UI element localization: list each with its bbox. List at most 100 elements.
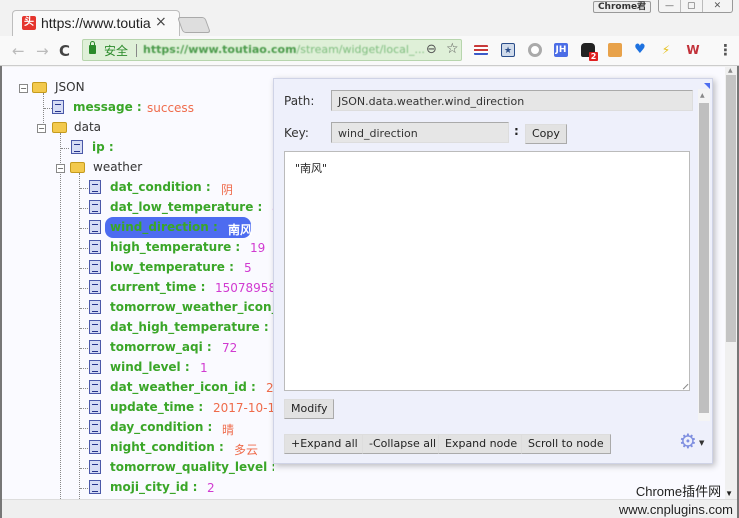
panel-scroll-up-icon[interactable]: ▲: [700, 92, 705, 99]
chrome-menu-icon[interactable]: ⋮: [718, 41, 733, 59]
back-button[interactable]: ←: [12, 42, 25, 60]
face-extension-icon[interactable]: [608, 43, 622, 57]
reload-button[interactable]: C: [59, 42, 70, 60]
modify-button[interactable]: Modify: [284, 399, 335, 419]
tree-key[interactable]: update_time :: [110, 400, 203, 420]
tree-value: 19: [250, 241, 266, 255]
profile-badge[interactable]: Chrome君: [593, 1, 651, 13]
tree-key[interactable]: dat_high_temperature :: [110, 320, 269, 340]
key-field[interactable]: wind_direction: [331, 122, 509, 143]
tree-value: 晴: [222, 423, 235, 437]
security-label: 安全: [104, 44, 129, 58]
expand-all-button[interactable]: +Expand all: [284, 434, 365, 454]
star-extension-icon[interactable]: ★: [501, 43, 515, 57]
tree-key[interactable]: high_temperature :: [110, 240, 240, 260]
tree-key[interactable]: tomorrow_aqi :: [110, 340, 212, 360]
key-colon: :: [514, 124, 519, 138]
tree-guide: [80, 488, 88, 489]
copy-button[interactable]: Copy: [525, 124, 567, 144]
tree-key[interactable]: night_condition :: [110, 440, 224, 460]
minimize-button[interactable]: —: [659, 0, 681, 12]
path-field[interactable]: JSON.data.weather.wind_direction: [331, 90, 693, 111]
tree-guide: [80, 468, 88, 469]
tree-guide: [43, 93, 44, 127]
folder-icon: [70, 162, 85, 173]
tree-key-message[interactable]: message :: [73, 100, 142, 120]
tree-key[interactable]: tomorrow_weather_icon_id: [110, 300, 274, 320]
tree-key[interactable]: current_time :: [110, 280, 205, 300]
tree-key[interactable]: wind_direction :: [110, 220, 218, 240]
tree-guide: [80, 348, 88, 349]
url-text: https://www.toutiao.com/stream/widget/lo…: [143, 43, 425, 56]
page-scrollbar[interactable]: ▲: [725, 67, 737, 499]
lock-icon: [89, 41, 96, 54]
tree-guide: [80, 268, 88, 269]
lightning-extension-icon[interactable]: ⚡: [659, 43, 673, 57]
panel-scrollbar-thumb[interactable]: [699, 103, 709, 413]
settings-gear-icon[interactable]: ⚙: [679, 429, 697, 453]
resize-handle-icon[interactable]: [678, 379, 689, 390]
tree-guide: [80, 188, 88, 189]
address-bar[interactable]: 安全 https://www.toutiao.com/stream/widget…: [82, 39, 462, 61]
collapse-all-button[interactable]: -Collapse all: [362, 434, 444, 454]
tree-value-message: success: [147, 101, 194, 115]
forward-button[interactable]: →: [36, 42, 49, 60]
page-scrollbar-thumb[interactable]: [726, 75, 736, 342]
watermark-title: Chrome插件网: [635, 484, 722, 499]
jsonhandle-extension-icon[interactable]: JH: [554, 43, 568, 57]
tree-key[interactable]: dat_weather_icon_id :: [110, 380, 256, 400]
tree-key[interactable]: dat_condition :: [110, 180, 211, 200]
watermark-dropdown-icon: ▼: [725, 489, 733, 498]
window-controls: — ▢ ✕: [658, 0, 733, 13]
tree-key[interactable]: wind_level :: [110, 360, 190, 380]
settings-dropdown-icon[interactable]: ▼: [699, 439, 704, 447]
new-tab-button[interactable]: [177, 17, 211, 33]
panel-scrollbar[interactable]: ▲: [698, 89, 710, 421]
bookmark-star-icon[interactable]: ☆: [446, 41, 459, 57]
tree-key[interactable]: tomorrow_quality_level :: [110, 460, 274, 480]
value-text: "南风": [295, 162, 328, 175]
collapse-toggle[interactable]: −: [37, 124, 46, 133]
tree-key[interactable]: low_temperature :: [110, 260, 234, 280]
file-icon: [71, 140, 83, 154]
zoom-icon[interactable]: ⊖: [426, 42, 437, 57]
maximize-button[interactable]: ▢: [681, 0, 703, 12]
tree-node-data[interactable]: data: [74, 120, 101, 140]
tree-value: 1: [200, 361, 208, 375]
tree-value: 72: [222, 341, 238, 355]
watermark-url: www.cnplugins.com: [618, 502, 733, 517]
flag-extension-icon[interactable]: [474, 45, 488, 55]
omnibox-separator: [136, 44, 137, 57]
file-icon: [89, 400, 101, 414]
tree-key[interactable]: day_condition :: [110, 420, 212, 440]
file-icon: [89, 260, 101, 274]
w-extension-icon[interactable]: W: [686, 43, 700, 57]
collapse-toggle[interactable]: −: [19, 84, 28, 93]
tree-guide: [79, 173, 80, 499]
tree-value: 多云: [234, 443, 259, 457]
tree-key[interactable]: moji_city_id :: [110, 480, 197, 499]
tree-node-json[interactable]: JSON: [55, 80, 85, 100]
scroll-to-node-button[interactable]: Scroll to node: [521, 434, 611, 454]
tree-node-weather[interactable]: weather: [93, 160, 142, 180]
tree-guide: [80, 368, 88, 369]
value-textarea[interactable]: "南风": [284, 151, 690, 391]
key-label: Key:: [284, 126, 309, 140]
tree-key[interactable]: dat_low_temperature :: [110, 200, 262, 220]
close-window-button[interactable]: ✕: [703, 0, 732, 12]
file-icon: [89, 300, 101, 314]
json-tree: − JSON message : success − data ip : − w…: [2, 67, 274, 499]
tree-guide: [60, 133, 61, 499]
scroll-up-icon[interactable]: ▲: [728, 67, 733, 74]
tree-guide: [80, 448, 88, 449]
file-icon: [89, 420, 101, 434]
tree-guide: [80, 228, 88, 229]
tree-key-ip[interactable]: ip :: [92, 140, 114, 160]
expand-node-button[interactable]: Expand node: [438, 434, 525, 454]
heart-extension-icon[interactable]: ♥: [633, 43, 647, 57]
tree-guide: [80, 328, 88, 329]
tab-close-icon[interactable]: ×: [155, 14, 167, 30]
collapse-toggle[interactable]: −: [56, 164, 65, 173]
circle-extension-icon[interactable]: [528, 43, 542, 57]
tree-guide: [80, 248, 88, 249]
